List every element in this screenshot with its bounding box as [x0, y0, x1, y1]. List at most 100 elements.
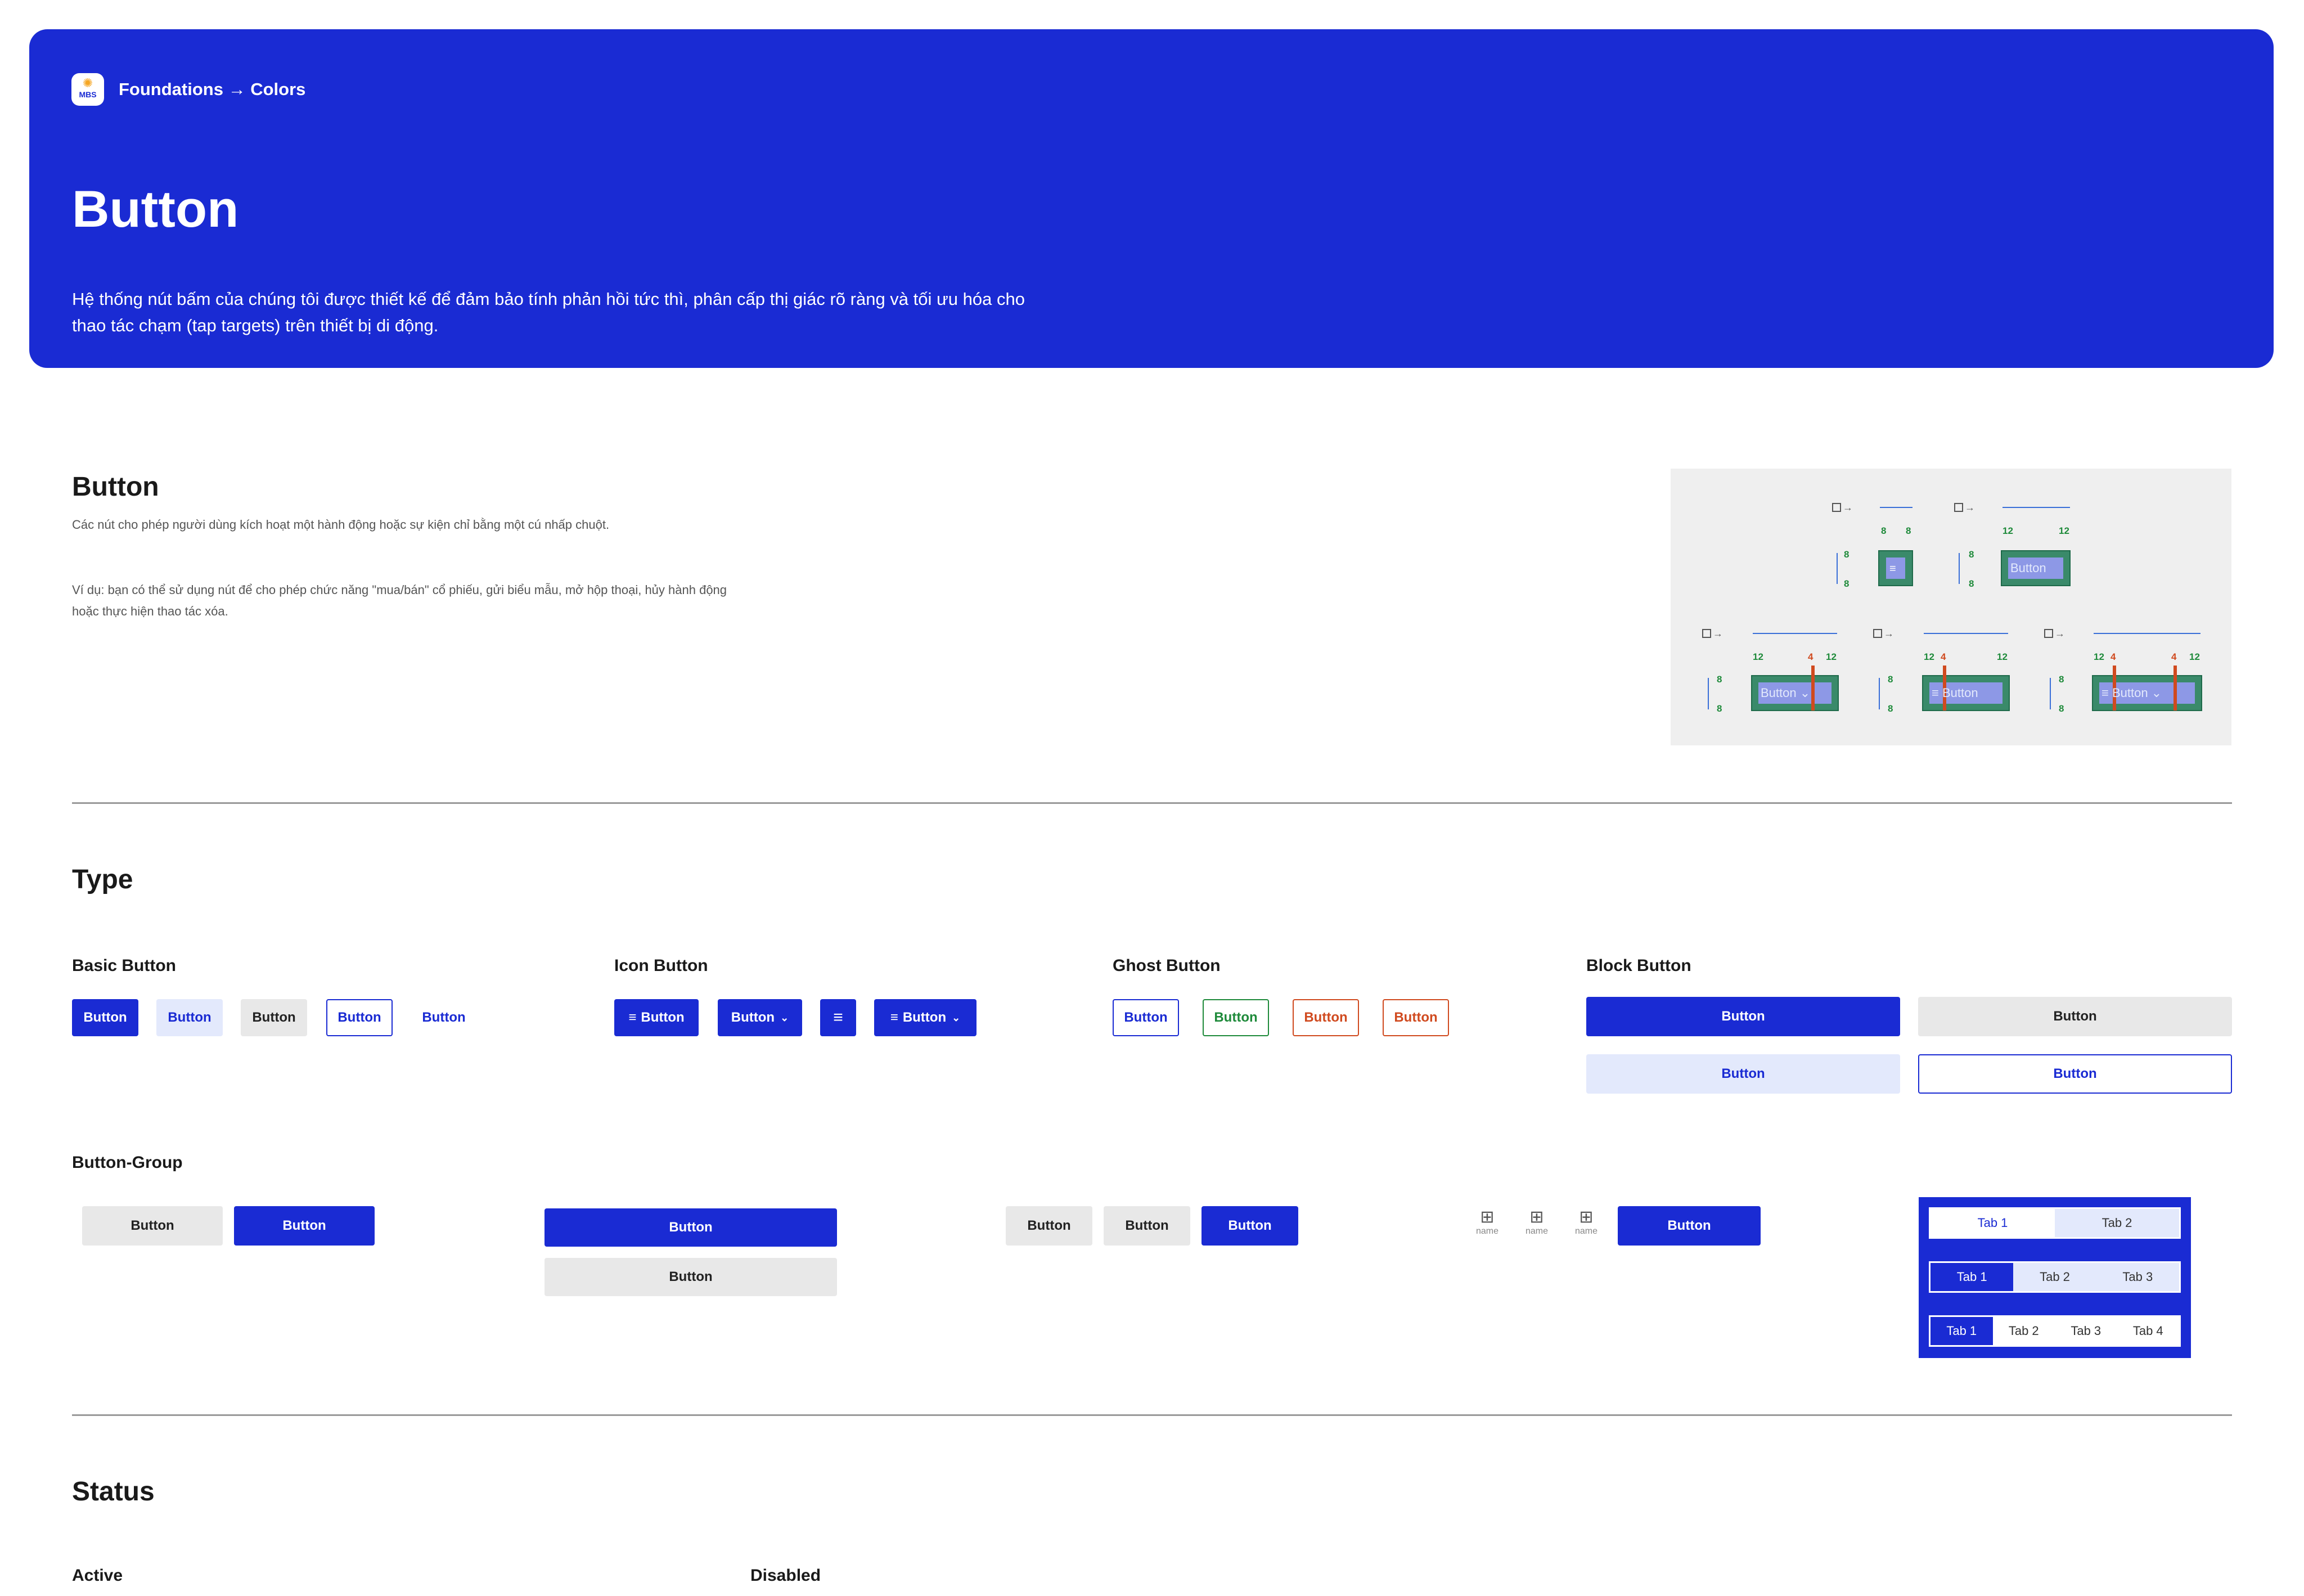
intro-paragraph-2: Ví dụ: bạn có thể sử dụng nút để cho phé… — [72, 583, 727, 618]
menu-icon: ≡ — [628, 1010, 637, 1025]
tab-1[interactable]: Tab 1 — [1930, 1209, 2055, 1237]
page-description: Hệ thống nút bấm của chúng tôi được thiế… — [72, 289, 1025, 335]
block-button-title: Block Button — [1586, 956, 1691, 975]
spacing-label: 8 — [1881, 525, 1886, 536]
breadcrumb-text[interactable]: Foundations → Colors — [119, 79, 305, 100]
toolbar-icon-2[interactable]: ⊞ name — [1520, 1208, 1554, 1237]
spacing-label: 8 — [1906, 525, 1911, 536]
tab-2[interactable]: Tab 2 — [2055, 1209, 2179, 1237]
hero-banner: ✺ MBS Foundations → Colors Button Hệ thố… — [29, 29, 2274, 368]
block-outline-button[interactable]: Button — [1918, 1054, 2232, 1094]
tabs-two: Tab 1 Tab 2 — [1929, 1207, 2181, 1239]
section-title-type: Type — [72, 865, 133, 894]
svg-text:Button ⌄: Button ⌄ — [1761, 686, 1810, 700]
ghost-button-title: Ghost Button — [1113, 956, 1221, 975]
basic-secondary-button[interactable]: Button — [156, 999, 223, 1036]
icon-trailing-button[interactable]: Button ⌄ — [718, 999, 802, 1036]
breadcrumb[interactable]: ✺ MBS Foundations → Colors — [71, 73, 305, 106]
spacing-label: 8 — [1717, 703, 1722, 714]
tab-1[interactable]: Tab 1 — [1930, 1317, 1993, 1345]
icon-label: name — [1574, 1226, 1598, 1236]
svg-text:≡: ≡ — [1889, 563, 1896, 575]
grid-icon: ⊞ — [1480, 1208, 1495, 1226]
group-stack-secondary-button[interactable]: Button — [544, 1258, 837, 1296]
svg-text:→: → — [1884, 628, 1894, 639]
ghost-success-button[interactable]: Button — [1203, 999, 1269, 1036]
tab-2[interactable]: Tab 2 — [2013, 1263, 2096, 1291]
anatomy-svg: → 8 8 8 8 ≡ → 12 12 8 8 Button → 12 4 12… — [1702, 502, 2202, 714]
grid-icon: ⊞ — [1529, 1208, 1544, 1226]
ghost-danger-button[interactable]: Button — [1383, 999, 1449, 1036]
toolbar-icon-3[interactable]: ⊞ name — [1569, 1208, 1603, 1237]
status-disabled-title: Disabled — [750, 1566, 821, 1585]
ghost-warning-button[interactable]: Button — [1293, 999, 1359, 1036]
spacing-label: 12 — [2094, 651, 2104, 662]
tab-group-examples: Tab 1 Tab 2 Tab 1 Tab 2 Tab 3 Tab 1 Tab … — [1919, 1197, 2191, 1358]
spacing-label: 8 — [1844, 578, 1849, 589]
spacing-label: 12 — [1753, 651, 1763, 662]
button-label: Button — [641, 1010, 685, 1025]
section-title-status: Status — [72, 1477, 155, 1507]
button-anatomy-diagram: → 8 8 8 8 ≡ → 12 12 8 8 Button → 12 4 12… — [1671, 469, 2231, 745]
spacing-label: 8 — [1969, 578, 1974, 589]
toolbar-action-button[interactable]: Button — [1618, 1206, 1761, 1246]
tabs-four: Tab 1 Tab 2 Tab 3 Tab 4 — [1929, 1315, 2181, 1347]
group-triple-button-1[interactable]: Button — [1006, 1206, 1092, 1246]
icon-leading-button[interactable]: ≡ Button — [614, 999, 699, 1036]
tab-3[interactable]: Tab 3 — [2055, 1317, 2117, 1345]
icon-only-button[interactable]: ≡ — [820, 999, 856, 1036]
anatomy-icon-label-chevron: → 12 4 4 12 8 8 ≡ Button ⌄ — [2044, 628, 2202, 714]
spacing-label: 4 — [1808, 651, 1814, 662]
spacing-label: 8 — [2059, 703, 2064, 714]
toolbar-icon-1[interactable]: ⊞ name — [1470, 1208, 1504, 1237]
sun-icon: ✺ — [82, 76, 93, 90]
chevron-down-icon: ⌄ — [952, 1011, 961, 1023]
group-pair-secondary-button[interactable]: Button — [82, 1206, 223, 1246]
group-triple-primary-button[interactable]: Button — [1202, 1206, 1298, 1246]
svg-text:→: → — [1843, 502, 1853, 513]
tab-1[interactable]: Tab 1 — [1930, 1263, 2014, 1291]
icon-both-button[interactable]: ≡ Button ⌄ — [874, 999, 976, 1036]
menu-icon: ≡ — [833, 1008, 843, 1027]
icon-button-title: Icon Button — [614, 956, 708, 975]
icon-label: name — [1525, 1226, 1549, 1236]
tab-3[interactable]: Tab 3 — [2096, 1263, 2179, 1291]
button-label: Button — [902, 1010, 947, 1025]
tabs-three: Tab 1 Tab 2 Tab 3 — [1929, 1261, 2181, 1293]
logo-text: MBS — [79, 90, 97, 99]
spacing-label: 8 — [1969, 549, 1974, 560]
group-pair-primary-button[interactable]: Button — [234, 1206, 375, 1246]
tab-4[interactable]: Tab 4 — [2117, 1317, 2180, 1345]
chevron-down-icon: ⌄ — [780, 1011, 789, 1023]
svg-text:→: → — [1965, 502, 1975, 513]
icon-label: name — [1475, 1226, 1499, 1236]
page-title: Button — [72, 181, 239, 238]
svg-text:→: → — [1713, 628, 1723, 639]
group-stack-primary-button[interactable]: Button — [544, 1208, 837, 1247]
block-neutral-button[interactable]: Button — [1918, 997, 2232, 1036]
spacing-label: 4 — [2171, 651, 2177, 662]
basic-text-button[interactable]: Button — [411, 999, 477, 1036]
basic-outline-button[interactable]: Button — [326, 999, 393, 1036]
anatomy-label-only: → 12 12 8 8 Button — [1954, 502, 2071, 589]
spacing-label: 12 — [2059, 525, 2069, 536]
spacing-label: 12 — [2002, 525, 2013, 536]
anatomy-icon-label: → 12 4 12 8 8 ≡ Button — [1873, 628, 2010, 714]
intro-paragraph-1: Các nút cho phép người dùng kích hoạt mộ… — [72, 518, 610, 532]
ghost-primary-button[interactable]: Button — [1113, 999, 1179, 1036]
basic-primary-button[interactable]: Button — [72, 999, 138, 1036]
group-triple-button-2[interactable]: Button — [1104, 1206, 1190, 1246]
tab-2[interactable]: Tab 2 — [1993, 1317, 2055, 1345]
anatomy-icon-only: → 8 8 8 8 ≡ — [1832, 502, 1913, 589]
block-primary-button[interactable]: Button — [1586, 997, 1900, 1036]
basic-button-title: Basic Button — [72, 956, 177, 975]
spacing-label: 8 — [2059, 674, 2064, 685]
spacing-label: 4 — [2110, 651, 2116, 662]
block-secondary-button[interactable]: Button — [1586, 1054, 1900, 1094]
spacing-label: 12 — [1997, 651, 2008, 662]
spacing-label: 8 — [1844, 549, 1849, 560]
basic-neutral-button[interactable]: Button — [241, 999, 307, 1036]
spacing-label: 8 — [1888, 674, 1893, 685]
spacing-label: 4 — [1941, 651, 1946, 662]
grid-icon: ⊞ — [1579, 1208, 1594, 1226]
